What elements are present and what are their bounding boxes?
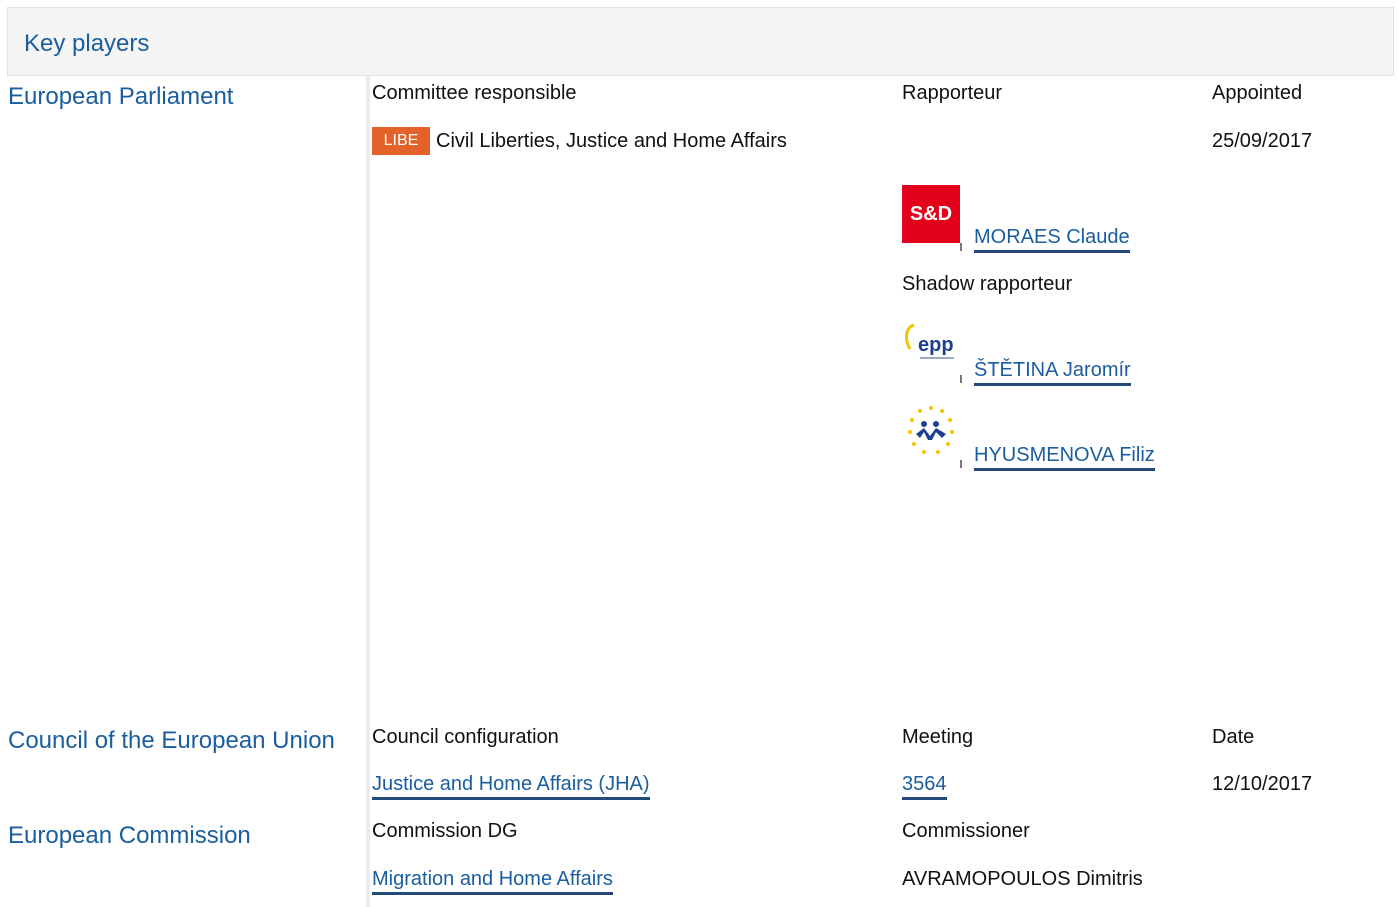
commission-col-dg: Commission DG — [372, 820, 518, 842]
key-players-header: Key players — [7, 7, 1394, 76]
ep-title: European Parliament — [8, 83, 234, 110]
council-col-config: Council configuration — [372, 726, 559, 748]
committee-name: Civil Liberties, Justice and Home Affair… — [436, 130, 787, 152]
rapporteur-link[interactable]: MORAES Claude — [974, 226, 1130, 253]
council-col-date: Date — [1212, 726, 1255, 748]
section-heading: Key players — [24, 30, 150, 57]
commissioner-name: AVRAMOPOULOS Dimitris — [902, 868, 1143, 890]
shadow-rapporteur-label: Shadow rapporteur — [902, 273, 1073, 295]
logo-tick — [960, 375, 962, 383]
key-players-page: Key players European Parliament Committe… — [0, 0, 1397, 907]
svg-text:epp: epp — [918, 334, 954, 356]
appointed-date: 25/09/2017 — [1212, 130, 1313, 152]
ep-col-rapporteur: Rapporteur — [902, 82, 1003, 104]
column-divider — [366, 76, 370, 907]
ep-col-committee: Committee responsible — [372, 82, 577, 104]
alde-logo-icon — [902, 402, 960, 460]
committee-badge: LIBE — [372, 127, 430, 155]
epp-logo-icon: epp — [902, 317, 960, 371]
council-date: 12/10/2017 — [1212, 773, 1313, 795]
epp-group-logo: epp — [902, 317, 960, 371]
commission-title: European Commission — [8, 822, 251, 849]
commission-dg-link[interactable]: Migration and Home Affairs — [372, 868, 613, 895]
alde-group-logo — [902, 402, 960, 460]
shadow-rapporteur-link-1[interactable]: ŠTĚTINA Jaromír — [974, 359, 1131, 386]
sd-group-logo: S&D — [902, 185, 960, 243]
ep-col-appointed: Appointed — [1212, 82, 1303, 104]
shadow-rapporteur-link-2[interactable]: HYUSMENOVA Filiz — [974, 444, 1155, 471]
council-meeting-link[interactable]: 3564 — [902, 773, 947, 800]
council-title: Council of the European Union — [8, 727, 335, 754]
council-config-link[interactable]: Justice and Home Affairs (JHA) — [372, 773, 650, 800]
logo-tick — [960, 460, 962, 468]
commission-col-commissioner: Commissioner — [902, 820, 1030, 842]
logo-tick — [960, 243, 962, 251]
sd-logo-text: S&D — [909, 202, 953, 225]
council-col-meeting: Meeting — [902, 726, 974, 748]
